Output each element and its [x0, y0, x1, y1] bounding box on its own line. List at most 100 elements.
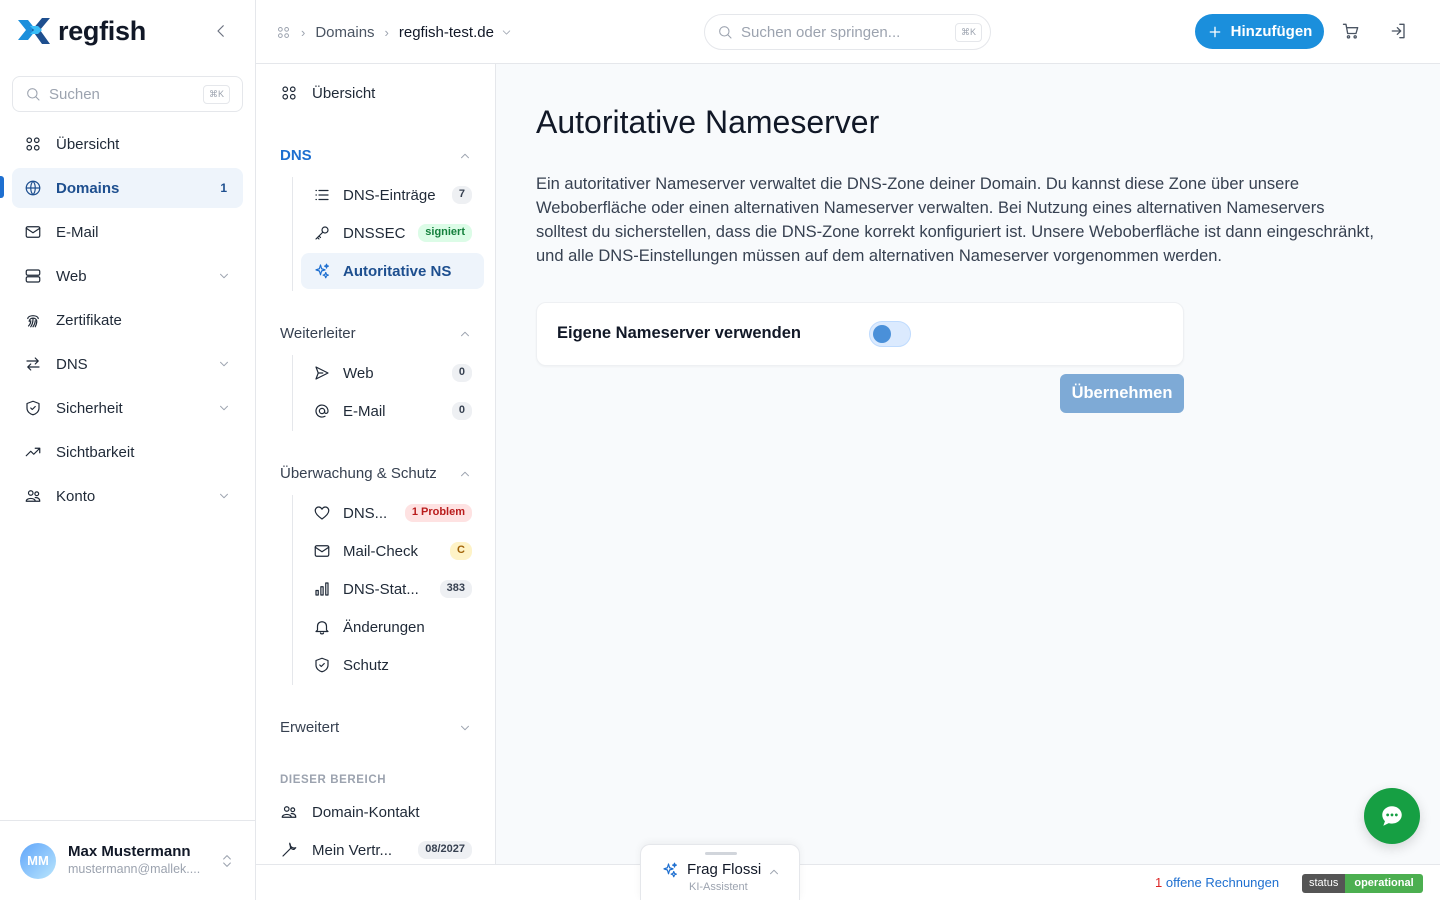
sparkles-icon: [315, 263, 329, 279]
status-badge[interactable]: status operational: [1302, 874, 1423, 893]
user-menu[interactable]: MM Max Mustermann mustermann@mallek....: [0, 820, 255, 900]
sidebar-item-domains[interactable]: Domains 1: [12, 168, 243, 208]
globe-icon: [25, 180, 41, 196]
sidebar-item-label: Übersicht: [56, 135, 120, 153]
sidebar-item-label: DNS: [56, 355, 88, 373]
collapse-sidebar-button[interactable]: [212, 22, 230, 40]
count-badge: 0: [451, 402, 472, 420]
chat-bubble-icon: [1382, 806, 1402, 826]
assistant-subtitle: KI-Assistent: [689, 881, 748, 893]
brand-logo[interactable]: regfish: [16, 14, 146, 48]
subnav-item-uebersicht[interactable]: Übersicht: [280, 84, 375, 102]
sidebar-item-sicherheit[interactable]: Sicherheit: [12, 388, 243, 428]
chevron-left-icon: [217, 25, 224, 37]
section-ueberwachung-list: DNS... 1 Problem Mail-Check C DNS-Stat..…: [292, 495, 484, 685]
sidebar-item-email[interactable]: E-Mail: [12, 212, 243, 252]
shield-icon: [26, 400, 40, 416]
date-badge: 08/2027: [418, 841, 472, 859]
subnav-item-label: Änderungen: [343, 618, 425, 636]
subnav-item-domain-kontakt[interactable]: Domain-Kontakt: [280, 803, 472, 821]
breadcrumb-domains[interactable]: Domains: [315, 24, 374, 41]
subnav-item-mail-check[interactable]: Mail-Check C: [301, 533, 484, 569]
user-name: Max Mustermann: [68, 843, 191, 861]
count-badge: 0: [451, 364, 472, 382]
cart-button[interactable]: [1341, 21, 1361, 41]
subnav-item-dns-health[interactable]: DNS... 1 Problem: [301, 495, 484, 531]
chevron-up-icon: [461, 331, 469, 336]
mail-icon: [25, 226, 41, 238]
sidebar-item-label: Sicherheit: [56, 399, 123, 417]
add-button[interactable]: Hinzufügen: [1195, 14, 1324, 49]
send-icon: [315, 366, 329, 380]
grid-icon: [282, 86, 296, 100]
apply-button[interactable]: Übernehmen: [1060, 374, 1184, 413]
domains-count: 1: [220, 181, 227, 195]
breadcrumb-separator: ›: [384, 24, 389, 40]
sidebar-search-input[interactable]: [49, 85, 195, 103]
own-nameserver-toggle[interactable]: [869, 321, 911, 347]
grid-icon[interactable]: [276, 25, 291, 40]
global-search[interactable]: ⌘K: [704, 14, 991, 50]
arrows-icon: [26, 357, 40, 371]
chat-button[interactable]: [1364, 788, 1420, 844]
subnav-item-aenderungen[interactable]: Änderungen: [301, 609, 484, 645]
open-invoices-link[interactable]: 1 offene Rechnungen: [1155, 875, 1279, 890]
plus-icon: [1209, 26, 1221, 37]
avatar: MM: [20, 842, 56, 879]
grade-badge: C: [450, 542, 472, 560]
fingerprint-icon: [27, 315, 39, 328]
subnav-item-vertrag[interactable]: Mein Vertr... 08/2027: [280, 841, 472, 859]
section-weiterleiter-toggle[interactable]: Weiterleiter: [280, 325, 472, 342]
sidebar-item-konto[interactable]: Konto: [12, 476, 243, 516]
subnav-item-web-forward[interactable]: Web 0: [301, 355, 484, 391]
section-ueberwachung-toggle[interactable]: Überwachung & Schutz: [280, 465, 472, 482]
sidebar-item-uebersicht[interactable]: Übersicht: [12, 124, 243, 164]
sidebar-item-dns[interactable]: DNS: [12, 344, 243, 384]
subnav-item-email-forward[interactable]: E-Mail 0: [301, 393, 484, 429]
count-badge: 7: [451, 186, 472, 204]
brand-name: regfish: [58, 15, 146, 46]
global-search-input[interactable]: [741, 23, 947, 41]
section-title: Weiterleiter: [280, 325, 356, 342]
subnav-item-schutz[interactable]: Schutz: [301, 647, 484, 683]
nameserver-card: Eigene Nameserver verwenden: [536, 302, 1184, 366]
search-icon: [719, 26, 732, 39]
server-icon: [25, 269, 41, 283]
sidebar-item-label: E-Mail: [56, 223, 99, 241]
section-dns-list: DNS-Einträge 7 DNSSEC signiert Autoritat…: [292, 177, 484, 291]
section-title: Erweitert: [280, 719, 340, 736]
sidebar-search[interactable]: ⌘K: [12, 76, 243, 112]
bell-icon: [315, 621, 329, 635]
sidebar-item-zertifikate[interactable]: Zertifikate: [12, 300, 243, 340]
invoices-label: offene Rechnungen: [1162, 875, 1280, 890]
subnav-item-autoritative-ns[interactable]: Autoritative NS: [301, 253, 484, 289]
logout-button[interactable]: [1389, 21, 1409, 41]
section-dns-toggle[interactable]: DNS: [280, 147, 472, 164]
sidebar-item-label: Zertifikate: [56, 311, 122, 329]
chevron-down-icon: [220, 405, 228, 411]
shortcut-hint: ⌘K: [202, 84, 230, 104]
breadcrumb: › Domains › regfish-test.de: [276, 20, 513, 44]
ai-assistant-tab[interactable]: Frag Flossi KI-Assistent: [640, 844, 800, 900]
subnav-item-dnssec[interactable]: DNSSEC signiert: [301, 215, 484, 251]
search-icon: [27, 88, 40, 101]
chevron-down-icon: [220, 273, 228, 279]
sidebar-item-web[interactable]: Web: [12, 256, 243, 296]
assistant-title: Frag Flossi: [687, 861, 762, 878]
drag-handle[interactable]: [705, 852, 737, 855]
active-indicator: [0, 176, 4, 198]
logout-icon: [1391, 23, 1405, 39]
subnav-item-dns-eintraege[interactable]: DNS-Einträge 7: [301, 177, 484, 213]
subnav-item-label: DNS...: [343, 504, 388, 522]
breadcrumb-separator: ›: [301, 24, 306, 40]
users-icon: [281, 806, 297, 818]
subnav-item-dns-statistik[interactable]: DNS-Stat... 383: [301, 571, 484, 607]
domain-switcher[interactable]: regfish-test.de: [399, 24, 513, 41]
main-content: Autoritative Nameserver Ein autoritative…: [496, 64, 1440, 864]
add-button-label: Hinzufügen: [1230, 23, 1313, 40]
sidebar-item-sichtbarkeit[interactable]: Sichtbarkeit: [12, 432, 243, 472]
sidebar-item-label: Konto: [56, 487, 96, 505]
subnav-item-label: DNS-Stat...: [343, 580, 419, 598]
section-erweitert-toggle[interactable]: Erweitert: [280, 719, 472, 736]
page-title: Autoritative Nameserver: [536, 104, 880, 140]
